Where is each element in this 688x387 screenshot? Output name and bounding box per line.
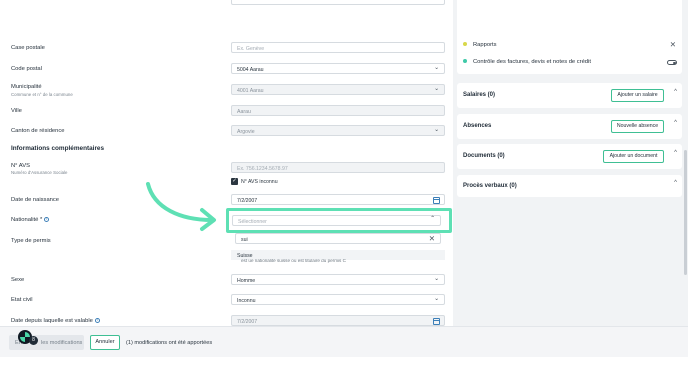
nationality-option-label: Suisse xyxy=(237,252,253,259)
calendar-icon[interactable] xyxy=(433,317,440,325)
chevron-up-icon[interactable]: ^ xyxy=(674,120,677,126)
salaries-title: Salaires (0) xyxy=(463,92,496,98)
add-salary-button[interactable]: Ajouter un salaire xyxy=(611,89,664,102)
postal-box-placeholder: Ex. Genève xyxy=(237,45,265,52)
municipality-sublabel: Commune et n° de la commune xyxy=(11,92,73,97)
modifications-status: (1) modifications ont été apportées xyxy=(126,340,213,346)
cancel-button[interactable]: Annuler xyxy=(90,335,120,350)
documents-title: Documents (0) xyxy=(463,153,505,159)
postal-box-label: Case postale xyxy=(11,45,45,51)
section-title: Informations complémentaires xyxy=(11,145,105,152)
valid-since-value: 7/2/2007 xyxy=(237,318,258,325)
control-item: Contrôle des factures, devis et notes de… xyxy=(463,59,591,65)
annotation-arrow-icon xyxy=(146,182,216,231)
status-dot xyxy=(463,59,467,64)
sex-select[interactable]: Homme ⌄ xyxy=(231,274,445,285)
highlight-frame xyxy=(226,208,452,233)
chevron-up-icon[interactable]: ^ xyxy=(674,180,677,186)
employee-form: Case postale Ex. Genève Code postal 5004… xyxy=(0,0,453,326)
info-icon[interactable]: i xyxy=(44,217,50,222)
add-document-button[interactable]: Ajouter un document xyxy=(603,150,664,163)
new-absence-button[interactable]: Nouvelle absence xyxy=(611,120,664,133)
clear-icon[interactable]: ✕ xyxy=(429,234,435,243)
reports-item: Rapports xyxy=(463,42,497,48)
calendar-icon[interactable] xyxy=(433,196,440,204)
chevron-down-icon: ⌄ xyxy=(434,276,439,282)
avs-unknown-label: N° AVS inconnu xyxy=(241,179,278,185)
chevron-down-icon: ⌄ xyxy=(434,296,439,302)
postal-code-select[interactable]: 5004 Aarau ⌄ xyxy=(231,63,445,74)
chevron-down-icon: ⌄ xyxy=(434,86,439,92)
nationality-label-text: Nationalité * xyxy=(11,217,43,224)
control-label: Contrôle des factures, devis et notes de… xyxy=(473,59,591,65)
minutes-title: Procès verbaux (0) xyxy=(463,183,517,189)
avs-placeholder: Ex. 756.1234.5678.97 xyxy=(237,165,288,172)
civil-status-value: Inconnu xyxy=(237,297,256,304)
notification-badge: 8 xyxy=(29,336,38,345)
canton-value: Argovie xyxy=(237,128,255,135)
birthdate-label: Date de naissance xyxy=(11,197,60,203)
civil-status-label: Etat civil xyxy=(11,297,33,303)
documents-card: Documents (0) Ajouter un document ^ xyxy=(457,144,682,169)
salaries-card: Salaires (0) Ajouter un salaire ^ xyxy=(457,83,682,108)
previous-field[interactable] xyxy=(231,0,445,5)
birthdate-input[interactable]: 7/2/2007 xyxy=(231,194,445,205)
city-input[interactable]: Aarau xyxy=(231,105,445,116)
nationality-label: Nationalité * i xyxy=(11,217,50,224)
city-value: Aarau xyxy=(237,108,251,115)
avs-unknown-checkbox[interactable]: ✓ xyxy=(231,178,238,185)
postal-box-input[interactable]: Ex. Genève xyxy=(231,42,445,53)
nationality-hint: est ue nationalité suisse ou est titulai… xyxy=(241,259,346,263)
avs-label: N° AVS xyxy=(11,163,30,169)
municipality-value: 4001 Aarau xyxy=(237,87,264,94)
postal-code-label: Code postal xyxy=(11,66,42,72)
valid-since-input[interactable]: 7/2/2007 xyxy=(231,315,445,326)
birthdate-value: 7/2/2007 xyxy=(237,197,258,204)
canton-label: Canton de résidence xyxy=(11,128,65,134)
nationality-search-input[interactable]: sui ✕ xyxy=(235,233,441,244)
close-icon[interactable]: ✕ xyxy=(670,40,676,49)
status-dot xyxy=(463,42,467,47)
civil-status-select[interactable]: Inconnu ⌄ xyxy=(231,294,445,305)
footer-bar: En les modifications 8 Annuler (1) modif… xyxy=(0,326,688,357)
control-toggle[interactable] xyxy=(667,60,677,65)
avs-sublabel: Numéro d'Assurance Sociale xyxy=(11,170,68,175)
valid-since-label: Date depuis laquelle est valable i xyxy=(11,318,100,324)
sex-label: Sexe xyxy=(11,277,25,283)
save-label-suffix: les modifications xyxy=(41,339,83,346)
municipality-label: Municipalité xyxy=(11,84,42,90)
side-panel: Rapports ✕ Contrôle des factures, devis … xyxy=(453,0,688,326)
valid-since-label-text: Date depuis laquelle est valable xyxy=(11,318,93,325)
settings-card: Rapports ✕ Contrôle des factures, devis … xyxy=(457,0,682,74)
sex-value: Homme xyxy=(237,277,256,284)
permit-label: Type de permis xyxy=(11,238,51,244)
chevron-down-icon: ⌄ xyxy=(434,65,439,71)
postal-code-value: 5004 Aarau xyxy=(237,66,264,73)
municipality-select[interactable]: 4001 Aarau ⌄ xyxy=(231,84,445,95)
absences-title: Absences xyxy=(463,123,492,129)
chevron-up-icon[interactable]: ^ xyxy=(674,150,677,156)
minutes-card: Procès verbaux (0) ^ xyxy=(457,175,682,197)
chevron-down-icon: ⌄ xyxy=(434,127,439,133)
chevron-up-icon[interactable]: ^ xyxy=(674,89,677,95)
scrollbar[interactable] xyxy=(684,150,687,275)
canton-select[interactable]: Argovie ⌄ xyxy=(231,125,445,136)
reports-label: Rapports xyxy=(473,42,497,48)
avs-input[interactable]: Ex. 756.1234.5678.97 xyxy=(231,162,445,173)
absences-card: Absences Nouvelle absence ^ xyxy=(457,114,682,139)
info-icon[interactable]: i xyxy=(94,318,100,323)
nationality-search-value: sui xyxy=(241,236,248,243)
city-label: Ville xyxy=(11,108,22,114)
